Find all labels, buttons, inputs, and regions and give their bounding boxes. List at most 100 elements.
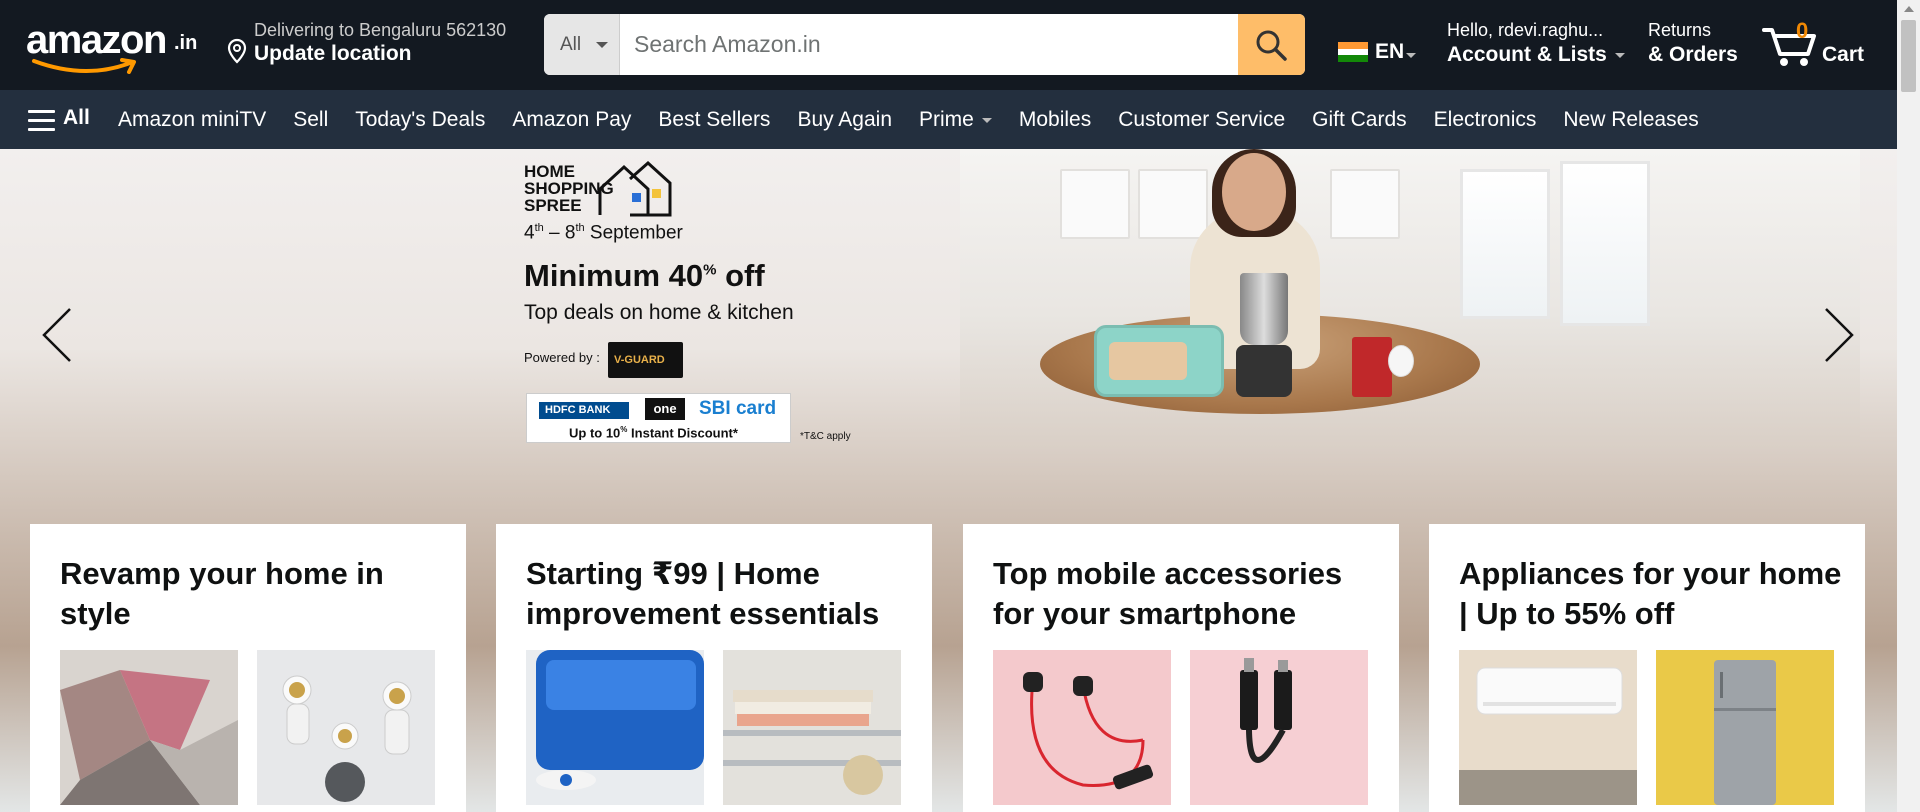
hero-subtitle: Top deals on home & kitchen xyxy=(524,301,794,324)
returns-and-orders[interactable]: Returns & Orders xyxy=(1648,20,1738,67)
towel-rack-image[interactable] xyxy=(723,650,901,805)
carousel-prev-icon[interactable] xyxy=(38,305,78,365)
search-input[interactable] xyxy=(620,14,1238,75)
search-icon xyxy=(1256,30,1287,61)
kitchen-cabinet xyxy=(1138,169,1208,239)
chevron-down-icon xyxy=(981,117,992,123)
sale-dates: 4th – 8th September xyxy=(524,222,683,244)
air-conditioner-image[interactable] xyxy=(1459,650,1637,805)
bulb-image xyxy=(1388,345,1414,377)
date-end-sup: th xyxy=(575,222,585,234)
title-sup: % xyxy=(703,261,717,279)
nav-link-new-releases[interactable]: New Releases xyxy=(1563,108,1698,132)
rug-image[interactable] xyxy=(60,650,238,805)
sponsor-label: V-GUARD xyxy=(614,354,665,366)
date-start: 4 xyxy=(524,222,535,244)
model-face xyxy=(1222,153,1286,231)
update-location-label: Update location xyxy=(254,42,412,65)
mop-bucket-image[interactable] xyxy=(526,650,704,805)
account-and-lists[interactable]: Hello, rdevi.raghu... Account & Lists xyxy=(1447,20,1625,72)
search-category-label: All xyxy=(560,34,582,55)
nav-link-todays-deals[interactable]: Today's Deals xyxy=(355,108,485,132)
terms-label: *T&C apply xyxy=(800,431,851,442)
language-code: EN xyxy=(1375,40,1405,63)
nav-links: Amazon miniTV Sell Today's Deals Amazon … xyxy=(118,108,1726,132)
astronaut-figurines-image[interactable] xyxy=(257,650,435,805)
cart-count: 0 xyxy=(1796,18,1809,43)
card-title: Top mobile accessories for your smartpho… xyxy=(993,556,1343,631)
mixer-grinder-image xyxy=(1236,273,1292,397)
usb-cable-image[interactable] xyxy=(1190,650,1368,805)
location-pin-icon xyxy=(227,38,247,64)
india-flag-icon xyxy=(1338,42,1368,62)
date-start-sup: th xyxy=(534,222,544,234)
logo-text: amazon xyxy=(26,18,167,62)
nav-link-buy-again[interactable]: Buy Again xyxy=(797,108,892,132)
secondary-nav-bar: All Amazon miniTV Sell Today's Deals Ama… xyxy=(0,90,1897,149)
card-title: Starting ₹99 | Home improvement essentia… xyxy=(526,556,880,631)
kitchen-window xyxy=(1460,169,1550,319)
date-tail: September xyxy=(584,222,683,244)
nav-link-best-sellers[interactable]: Best Sellers xyxy=(658,108,770,132)
returns-label: Returns xyxy=(1648,20,1712,40)
account-lists-label: Account & Lists xyxy=(1447,43,1607,66)
carousel-next-icon[interactable] xyxy=(1818,305,1858,365)
nav-link-mobiles[interactable]: Mobiles xyxy=(1019,108,1091,132)
toaster-oven-image xyxy=(1094,325,1224,397)
prime-label: Prime xyxy=(919,108,974,131)
nav-link-electronics[interactable]: Electronics xyxy=(1434,108,1537,132)
amazon-logo[interactable]: amazon .in xyxy=(24,16,202,74)
card-mobile-accessories[interactable]: Top mobile accessories for your smartpho… xyxy=(963,524,1399,812)
logo-suffix: .in xyxy=(174,32,198,54)
nav-link-minitv[interactable]: Amazon miniTV xyxy=(118,108,266,132)
card-title: Appliances for your home | Up to 55% off xyxy=(1459,556,1842,631)
nav-link-gift-cards[interactable]: Gift Cards xyxy=(1312,108,1407,132)
nav-link-amazon-pay[interactable]: Amazon Pay xyxy=(512,108,631,132)
kitchen-window xyxy=(1560,161,1650,326)
refrigerator-image[interactable] xyxy=(1656,650,1834,805)
chevron-down-icon xyxy=(596,42,608,48)
powered-by-label: Powered by : xyxy=(524,350,600,365)
cart-icon xyxy=(1762,28,1816,66)
bank-offer-box: HDFC BANK one SBI card Up to 10% Instant… xyxy=(526,393,791,443)
amazon-home-page: amazon .in Delivering to Bengaluru 56213… xyxy=(0,0,1920,812)
search-button[interactable] xyxy=(1238,14,1305,75)
kitchen-cabinet xyxy=(1060,169,1130,239)
chevron-down-icon xyxy=(1406,53,1416,58)
house-icon xyxy=(598,160,672,217)
orders-label: & Orders xyxy=(1648,43,1738,66)
hamburger-icon xyxy=(28,110,55,137)
page-scrollbar[interactable] xyxy=(1897,0,1920,812)
discount-main: Up to 10 xyxy=(569,425,621,441)
kitchen-cabinet xyxy=(1330,169,1400,239)
account-greeting: Hello, rdevi.raghu... xyxy=(1447,20,1604,40)
card-home-improvement[interactable]: Starting ₹99 | Home improvement essentia… xyxy=(496,524,932,812)
cart-label: Cart xyxy=(1822,43,1865,66)
title-tail: off xyxy=(716,258,765,293)
date-mid: – 8 xyxy=(543,222,576,244)
scrollbar-thumb[interactable] xyxy=(1901,20,1916,92)
top-nav-bar: amazon .in Delivering to Bengaluru 56213… xyxy=(0,0,1897,90)
smile-arrow-icon xyxy=(32,58,136,74)
home-shopping-spree-logo: HOME SHOPPING SPREE xyxy=(524,159,674,219)
search-bar: All xyxy=(544,14,1305,75)
nav-link-customer-service[interactable]: Customer Service xyxy=(1118,108,1285,132)
bank1-label: HDFC BANK xyxy=(545,404,611,416)
search-category-dropdown[interactable]: All xyxy=(544,14,620,75)
chevron-down-icon xyxy=(1614,52,1625,58)
nav-link-prime[interactable]: Prime xyxy=(919,108,992,132)
delivering-to-label: Delivering to Bengaluru 562130 xyxy=(254,20,507,40)
vguard-logo: V-GUARD xyxy=(608,342,683,378)
card-appliances[interactable]: Appliances for your home | Up to 55% off xyxy=(1429,524,1865,812)
sbi-card-logo: SBI card xyxy=(699,398,777,419)
card-revamp-home[interactable]: Revamp your home in style xyxy=(30,524,466,812)
title-main: Minimum 40 xyxy=(524,258,704,293)
card-title: Revamp your home in style xyxy=(60,556,384,631)
neckband-image[interactable] xyxy=(993,650,1171,805)
scroll-up-arrow-icon[interactable] xyxy=(1904,6,1914,12)
hero-title: Minimum 40% off xyxy=(524,258,765,294)
product-box-image xyxy=(1352,337,1392,397)
nav-link-sell[interactable]: Sell xyxy=(293,108,328,132)
cart-button[interactable]: 0 Cart xyxy=(1762,16,1882,76)
onecard-logo: one xyxy=(645,398,685,420)
